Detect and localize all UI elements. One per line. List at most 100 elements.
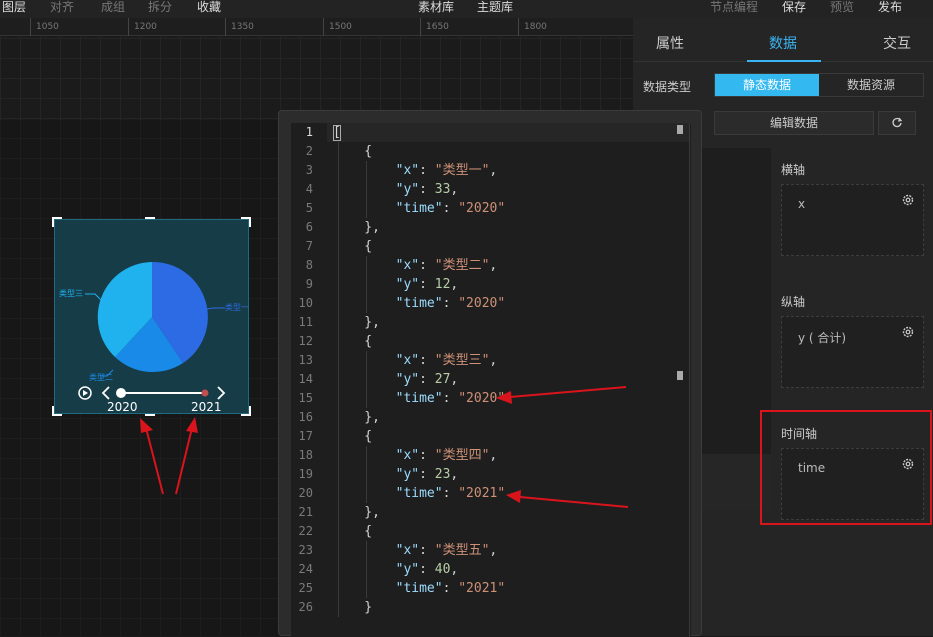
code-token: "类型三" — [434, 353, 490, 368]
code-editor[interactable]: 1[2 {3 "x": "类型一", 4 "y": 33, 5 "time": "2… — [291, 123, 691, 637]
line-number: 6 — [305, 220, 313, 234]
toolbar-align[interactable]: 对齐 — [50, 0, 74, 14]
data-type-label: 数据类型 — [643, 80, 692, 94]
line-number: 3 — [305, 163, 313, 177]
resize-handle-bottom[interactable] — [145, 414, 155, 416]
code-token: : — [419, 562, 435, 577]
code-token: "x" — [333, 353, 420, 368]
tab-interaction[interactable]: 交互 — [883, 33, 911, 53]
code-token: "2020" — [458, 296, 506, 311]
code-token: "y" — [333, 467, 420, 482]
toolbar-layers[interactable]: 图层 — [2, 0, 26, 14]
data-resource-option[interactable]: 数据资源 — [819, 74, 923, 96]
timeline-next-icon[interactable] — [217, 386, 226, 400]
code-line[interactable]: 14 "y": 27, — [291, 370, 671, 389]
scrollbar-marker[interactable] — [677, 371, 683, 380]
code-line[interactable]: 9 "y": 12, — [291, 275, 671, 294]
code-line[interactable]: 22 { — [291, 522, 671, 541]
code-token: "y" — [333, 562, 420, 577]
code-token: { — [333, 144, 373, 159]
scrollbar-marker[interactable] — [677, 125, 683, 134]
code-line[interactable]: 13 "x": "类型三", — [291, 351, 671, 370]
line-number: 23 — [298, 543, 313, 557]
toolbar-group[interactable]: 成组 — [101, 0, 125, 14]
code-line[interactable]: 17 { — [291, 427, 671, 446]
line-number: 4 — [305, 182, 313, 196]
gear-icon[interactable] — [901, 325, 915, 339]
code-text: }, — [333, 313, 380, 332]
static-data-option[interactable]: 静态数据 — [715, 74, 819, 96]
toolbar-themes[interactable]: 主题库 — [477, 0, 513, 14]
toolbar-publish[interactable]: 发布 — [878, 0, 902, 14]
refresh-button[interactable] — [878, 111, 916, 135]
toolbar-node-programming[interactable]: 节点编程 — [710, 0, 758, 14]
horizontal-ruler: 1050 1200 1350 1500 1650 1800 — [0, 18, 633, 36]
line-number: 12 — [298, 334, 313, 348]
editor-scrollbar-track[interactable] — [689, 123, 690, 637]
play-icon-triangle — [83, 390, 88, 396]
code-line[interactable]: 5 "time": "2020" — [291, 199, 671, 218]
timeline-label-2020: 2020 — [107, 400, 138, 414]
code-line[interactable]: 16 }, — [291, 408, 671, 427]
code-token: : — [419, 467, 435, 482]
toolbar-favorite[interactable]: 收藏 — [197, 0, 221, 14]
code-line[interactable]: 10 "time": "2020" — [291, 294, 671, 313]
gear-icon[interactable] — [901, 193, 915, 207]
resize-handle-tl[interactable] — [52, 217, 62, 227]
code-line[interactable]: 4 "y": 33, — [291, 180, 671, 199]
code-token: : — [419, 372, 435, 387]
code-token: "x" — [333, 163, 420, 178]
code-token: , — [489, 543, 498, 558]
code-line[interactable]: 11 }, — [291, 313, 671, 332]
resize-handle-bl[interactable] — [52, 406, 62, 416]
toolbar-preview[interactable]: 预览 — [830, 0, 854, 14]
code-token: { — [333, 524, 373, 539]
pie-chart: 类型三 类型一 类型二 — [59, 261, 249, 400]
code-line[interactable]: 24 "y": 40, — [291, 560, 671, 579]
line-number: 16 — [298, 410, 313, 424]
code-line[interactable]: 2 { — [291, 142, 671, 161]
code-line[interactable]: 15 "time": "2020" — [291, 389, 671, 408]
code-text: "time": "2021" — [333, 579, 506, 598]
resize-handle-tr[interactable] — [241, 217, 251, 227]
code-line[interactable]: 6 }, — [291, 218, 671, 237]
code-line[interactable]: 25 "time": "2021" — [291, 579, 671, 598]
y-axis-field[interactable]: y ( 合计) — [781, 316, 924, 388]
timeline-end-dot[interactable] — [201, 389, 209, 397]
line-number: 2 — [305, 144, 313, 158]
code-line[interactable]: 26 } — [291, 598, 671, 617]
x-axis-field[interactable]: x — [781, 184, 924, 256]
code-line[interactable]: 12 { — [291, 332, 671, 351]
line-number: 8 — [305, 258, 313, 272]
code-line[interactable]: 3 "x": "类型一", — [291, 161, 671, 180]
code-line[interactable]: 8 "x": "类型二", — [291, 256, 671, 275]
tab-data[interactable]: 数据 — [769, 33, 797, 53]
toolbar-ungroup[interactable]: 拆分 — [148, 0, 172, 14]
edit-data-button[interactable]: 编辑数据 — [714, 111, 874, 135]
timeline-handle[interactable] — [116, 388, 126, 398]
code-line[interactable]: 7 { — [291, 237, 671, 256]
label-line-type-three — [85, 293, 102, 301]
code-line[interactable]: 18 "x": "类型四", — [291, 446, 671, 465]
code-text: }, — [333, 218, 380, 237]
code-token: "类型五" — [434, 543, 490, 558]
x-axis-title: 横轴 — [781, 163, 806, 177]
pie-chart-widget[interactable]: 类型三 类型一 类型二 2020 2021 — [54, 219, 249, 414]
tab-properties[interactable]: 属性 — [656, 33, 684, 53]
code-line[interactable]: 21 }, — [291, 503, 671, 522]
code-line[interactable]: 1[ — [291, 123, 671, 142]
resize-handle-top[interactable] — [145, 217, 155, 219]
code-token: "2021" — [458, 581, 506, 596]
line-number: 22 — [298, 524, 313, 538]
toolbar-save[interactable]: 保存 — [782, 0, 806, 14]
toolbar-materials[interactable]: 素材库 — [418, 0, 454, 14]
code-token: "y" — [333, 277, 420, 292]
timeline-prev-icon[interactable] — [101, 386, 110, 400]
code-token: : — [442, 486, 459, 501]
line-number: 13 — [298, 353, 313, 367]
code-token: , — [450, 372, 459, 387]
code-line[interactable]: 19 "y": 23, — [291, 465, 671, 484]
code-line[interactable]: 23 "x": "类型五", — [291, 541, 671, 560]
code-line[interactable]: 20 "time": "2021" — [291, 484, 671, 503]
resize-handle-br[interactable] — [241, 406, 251, 416]
